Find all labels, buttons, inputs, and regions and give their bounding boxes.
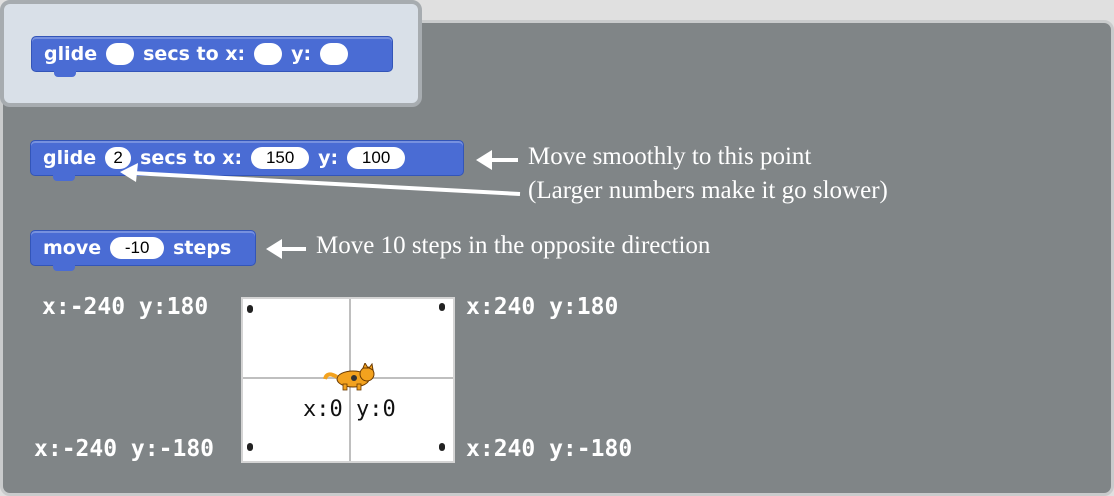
y-keyword: y: <box>291 43 312 65</box>
move-block[interactable]: move -10 steps <box>30 230 256 271</box>
corner-dot-bottom-left <box>247 443 253 451</box>
block-tab <box>54 71 76 77</box>
coord-bottom-right: x:240 y:-180 <box>466 436 633 462</box>
block-palette: glide secs to x: y: <box>0 0 422 107</box>
y-input[interactable] <box>320 43 349 65</box>
coord-bottom-left: x:-240 y:-180 <box>34 436 215 462</box>
cat-sprite-icon <box>323 363 375 391</box>
pointer-to-secs-slot <box>120 163 521 196</box>
coord-top-right: x:240 y:180 <box>466 294 619 320</box>
move-keyword: move <box>43 237 102 259</box>
corner-dot-top-right <box>439 303 445 311</box>
corner-dot-bottom-right <box>439 443 445 451</box>
block-tab <box>53 175 75 181</box>
palette-glide-block[interactable]: glide secs to x: y: <box>31 36 393 77</box>
block-tab <box>53 265 75 271</box>
secs-to-x-keyword: secs to x: <box>143 43 246 65</box>
steps-input[interactable]: -10 <box>110 237 165 259</box>
secs-input[interactable] <box>106 43 135 65</box>
glide-note-line2: (Larger numbers make it go slower) <box>528 177 888 204</box>
steps-keyword: steps <box>173 237 232 259</box>
origin-label: x:0 y:0 <box>303 397 396 422</box>
stage: x:0 y:0 <box>241 297 455 463</box>
x-input[interactable] <box>254 43 283 65</box>
glide-note-line1: Move smoothly to this point <box>528 143 812 170</box>
arrow-to-move-block <box>266 239 306 259</box>
glide-keyword: glide <box>44 43 98 65</box>
corner-dot-top-left <box>247 305 253 313</box>
coord-top-left: x:-240 y:180 <box>42 294 209 320</box>
move-note: Move 10 steps in the opposite direction <box>316 232 711 259</box>
glide-keyword: glide <box>43 147 97 169</box>
